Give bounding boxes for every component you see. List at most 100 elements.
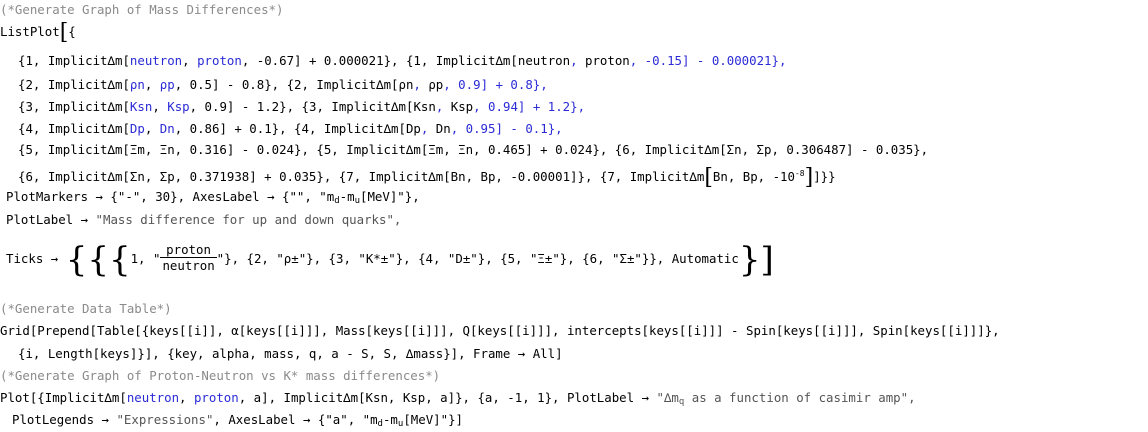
open-bracket: [ [59,20,69,45]
grid-line-1[interactable]: Grid[Prepend[Table[{keys[[i]], α[keys[[i… [0,323,1000,339]
row-token: , [435,99,451,114]
row-token: , -0.67] + 0.000021}, {1, Implicit [241,53,496,68]
row-token: {4, Implicit [18,121,108,136]
plot-line-2[interactable]: PlotLegends → "Expressions", AxesLabel →… [12,412,463,432]
frac-denominator: neutron [162,258,215,273]
unit: [MeV]"}, [360,189,420,204]
row-token: ∆m [376,77,392,92]
arg-proton: proton [193,390,239,405]
frac-numerator: proton [160,242,217,258]
plot-line-1[interactable]: Plot[{Implicit∆m[neutron, proton, a], Im… [0,390,916,410]
plot-head: Plot[{Implicit∆m[ [0,390,127,405]
brace: {{{ [65,240,131,280]
row-token: [ [510,53,518,68]
open-bracket: [ [704,165,713,190]
row-token: , [182,53,198,68]
row-token: Ksp [167,99,190,114]
row-token: ρn [129,77,145,92]
row-token: , [144,121,160,136]
listplot-row[interactable]: {1, Implicit∆m[neutron, proton, -0.67] +… [18,53,786,69]
listplot-keyword: ListPlot [0,24,60,39]
row-token: , 0.95] - 0.1}, [450,121,563,136]
row-token: [ [122,77,130,92]
row-token: ∆m [391,99,406,114]
row-5[interactable]: {5, Implicit∆m[Ξm, Ξn, 0.316] - 0.024}, … [18,142,928,158]
legend-key: PlotLegends → [12,412,117,427]
row-token: ρn [398,77,414,92]
row-token: Dn [159,121,175,136]
comment-data-table: (*Generate Data Table*) [0,301,172,316]
mid: -m [382,412,398,427]
row-token: Ksp [450,99,474,114]
close-bracket: ] [804,165,814,190]
plotlabel-q: "∆m [656,390,679,405]
listplot-row[interactable]: {2, Implicit∆m[ρn, ρp, 0.5] - 0.8}, {2, … [18,77,548,93]
row-token: , [413,77,429,92]
row-token: , 0.9] + 0.8}, [443,77,548,92]
row-token: ρp [428,77,444,92]
row-token: [ [122,99,130,114]
notebook: (*Generate Graph of Mass Differences*) L… [0,0,1148,430]
row-token: , 0.86] + 0.1}, {4, Implicit [174,121,384,136]
plot-mid: , a], Implicit∆m[Ksn, Ksp, a]}, {a, -1, … [238,390,657,405]
row-token: , [570,53,585,68]
row-token: , 0.9] - 1.2}, {3, Implicit [189,99,392,114]
listplot-row[interactable]: {3, Implicit∆m[Ksn, Ksp, 0.9] - 1.2}, {3… [18,99,585,115]
row-token: Dn [435,121,451,136]
ticks-key: Ticks → [6,251,66,266]
plotmarkers-line[interactable]: PlotMarkers → {"-", 30}, AxesLabel → {""… [6,189,420,209]
ticks-line[interactable]: Ticks → {{{1, " proton neutron "}, {2, "ρ±"… [6,242,774,277]
row-token: ∆m [107,99,123,114]
row-token: , 0.5] - 0.8}, {2, Implicit [174,77,377,92]
row-token: ∆m [495,53,511,68]
row-token: Ksn [413,99,436,114]
row-token: ρp [159,77,175,92]
row-6-text: {6, Implicit∆m[Σn, Σp, 0.371938] + 0.035… [18,169,705,184]
axes-label: , AxesLabel → {"a", "m [213,412,378,427]
row-token: ∆m [107,77,123,92]
plotlabel-value: "Mass difference for up and down quarks"… [95,212,402,227]
row-token: ∆m [107,121,123,136]
comment-mass-differences: (*Generate Graph of Mass Differences*) [0,2,284,17]
row-token: , [420,121,436,136]
row-token: Ksn [129,99,153,114]
row-token: Dp [129,121,145,136]
ticks-rest: "}, {2, "ρ±"}, {3, "K*±"}, {4, "D±"}, {5… [216,251,739,266]
sep: , [179,390,194,405]
row-token: neutron [517,53,571,68]
legend-value: "Expressions" [116,412,214,427]
row-token: [ [122,121,130,136]
row-token: {3, Implicit [18,99,108,114]
grid-line-2[interactable]: {i, Length[keys]}], {key, alpha, mass, q… [18,346,563,362]
row-token: [ [398,121,406,136]
row-token: ∆m [107,53,123,68]
plotlabel-rest: as a function of casimir amp", [684,390,916,405]
row-token: [ [391,77,399,92]
row-token: proton [585,53,630,68]
row-token: neutron [129,53,183,68]
row-token: Dp [405,121,421,136]
plotlabel-line[interactable]: PlotLabel → "Mass difference for up and … [6,212,401,228]
row-token: proton [197,53,242,68]
row-6-close: ]}} [813,169,836,184]
plotlabel-key: PlotLabel → [6,212,96,227]
comment-proton-neutron: (*Generate Graph of Proton-Neutron vs K*… [0,368,441,383]
mid: -m [339,189,355,204]
listplot-head[interactable]: ListPlot[{ [0,22,76,44]
fraction: proton neutron [160,242,217,273]
row-token: , -0.15] - 0.000021}, [629,53,787,68]
row-token: , 0.94] + 1.2}, [473,99,586,114]
row-token: , [152,99,168,114]
close-bracket: }] [738,240,774,280]
plotmarkers-text: PlotMarkers → {"-", 30}, AxesLabel → {""… [6,189,335,204]
row-6[interactable]: {6, Implicit∆m[Σn, Σp, 0.371938] + 0.035… [18,166,836,189]
row-token: {1, Implicit [18,53,108,68]
row-token: ∆m [383,121,399,136]
row-token: [ [122,53,130,68]
arg-neutron: neutron [126,390,180,405]
listplot-row[interactable]: {4, Implicit∆m[Dp, Dn, 0.86] + 0.1}, {4,… [18,121,563,137]
unit: [MeV]"}] [403,412,463,427]
row-6-args: Bn, Bp, -10 [712,169,795,184]
row-token: {2, Implicit [18,77,108,92]
row-token: , [144,77,160,92]
